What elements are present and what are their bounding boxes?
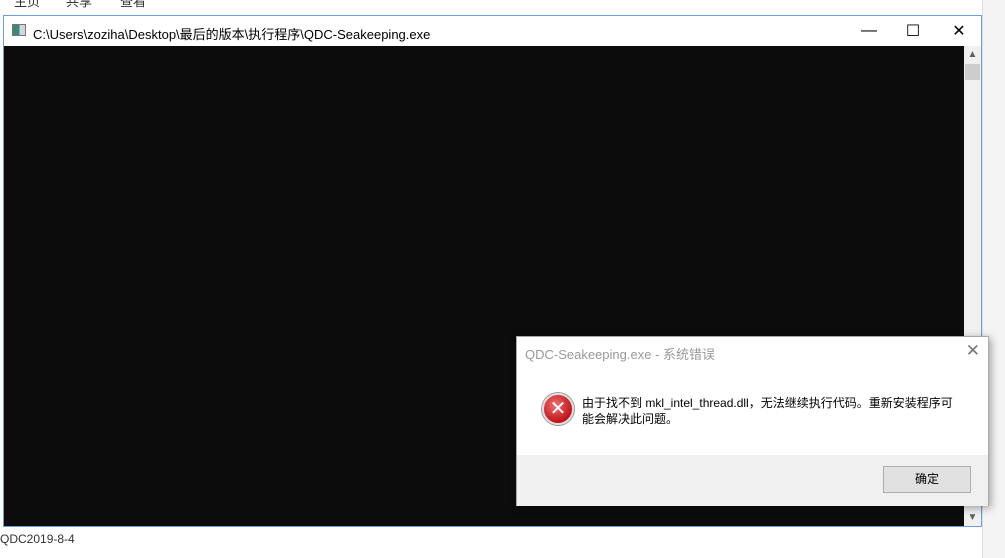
ribbon-tab-view[interactable]: 查看	[120, 0, 146, 10]
ribbon-tab-share[interactable]: 共享	[66, 0, 92, 10]
error-icon: ✕	[542, 393, 574, 425]
dialog-footer: 确定	[517, 455, 988, 506]
scroll-thumb[interactable]	[965, 64, 980, 80]
maximize-button[interactable]: ☐	[890, 16, 936, 46]
minimize-button[interactable]: —	[846, 16, 892, 46]
background-file-label: QDC2019-8-4	[0, 532, 75, 546]
window-title: C:\Users\zoziha\Desktop\最后的版本\执行程序\QDC-S…	[33, 27, 431, 42]
error-message: 由于找不到 mkl_intel_thread.dll，无法继续执行代码。重新安装…	[582, 396, 953, 426]
dialog-title: QDC-Seakeeping.exe - 系统错误	[525, 347, 716, 362]
error-dialog: QDC-Seakeeping.exe - 系统错误 ✕ ✕ 由于找不到 mkl_…	[516, 336, 989, 506]
console-app-icon	[12, 24, 26, 36]
dialog-body: ✕ 由于找不到 mkl_intel_thread.dll，无法继续执行代码。重新…	[517, 367, 988, 455]
ribbon-tab-home[interactable]: 主页	[14, 0, 40, 10]
title-bar[interactable]: C:\Users\zoziha\Desktop\最后的版本\执行程序\QDC-S…	[4, 16, 981, 46]
close-button[interactable]: ✕	[936, 16, 982, 46]
ok-button[interactable]: 确定	[883, 466, 971, 493]
scroll-up-icon[interactable]: ▲	[964, 46, 981, 63]
scroll-down-icon[interactable]: ▼	[964, 509, 981, 526]
dialog-close-button[interactable]: ✕	[966, 341, 980, 361]
